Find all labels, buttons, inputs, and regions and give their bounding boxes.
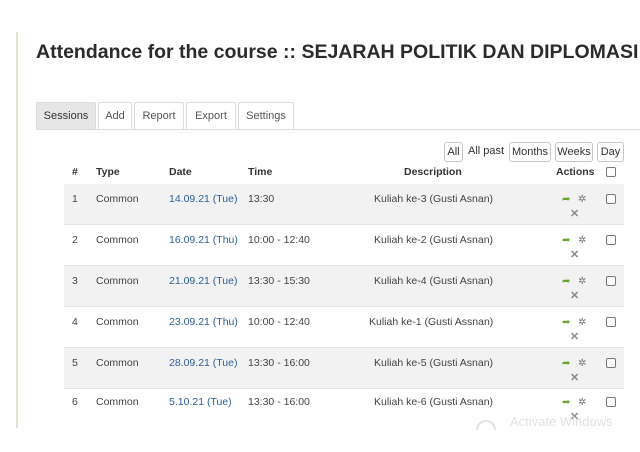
session-type: Common — [96, 396, 139, 408]
session-date-link[interactable]: 21.09.21 (Tue) — [169, 275, 238, 287]
session-number: 6 — [72, 396, 78, 408]
close-icon[interactable]: ✕ — [570, 371, 579, 384]
arrow-right-icon[interactable]: ➦ — [562, 397, 570, 408]
session-number: 3 — [72, 275, 78, 287]
table-row: 4 Common 23.09.21 (Thu) 10:00 - 12:40 Ku… — [64, 307, 624, 347]
session-date-link[interactable]: 5.10.21 (Tue) — [169, 396, 232, 408]
row-select-checkbox[interactable] — [606, 235, 616, 245]
row-select-checkbox[interactable] — [606, 397, 616, 407]
session-type: Common — [96, 193, 139, 205]
table-row: 2 Common 16.09.21 (Thu) 10:00 - 12:40 Ku… — [64, 225, 624, 265]
session-description: Kuliah ke-6 (Gusti Asnan) — [374, 396, 494, 408]
session-time: 13:30 - 16:00 — [248, 357, 310, 369]
session-date-link[interactable]: 14.09.21 (Tue) — [169, 193, 238, 205]
arrow-right-icon[interactable]: ➦ — [562, 194, 570, 205]
table-row: 5 Common 28.09.21 (Tue) 13:30 - 16:00 Ku… — [64, 348, 624, 388]
filter-all-button[interactable]: All — [444, 142, 463, 162]
close-icon[interactable]: ✕ — [570, 289, 579, 302]
select-all-checkbox[interactable] — [606, 167, 616, 177]
session-date-link[interactable]: 28.09.21 (Tue) — [169, 357, 238, 369]
page-title: Attendance for the course :: SEJARAH POL… — [36, 41, 640, 63]
arrow-right-icon[interactable]: ➦ — [562, 358, 570, 369]
session-number: 4 — [72, 316, 78, 328]
tab-add[interactable]: Add — [98, 102, 132, 129]
session-time: 10:00 - 12:40 — [248, 234, 310, 246]
arrow-right-icon[interactable]: ➦ — [562, 317, 570, 328]
session-time: 13:30 — [248, 193, 275, 205]
session-description: Kuliah ke-5 (Gusti Asnan) — [374, 357, 494, 369]
tab-sessions[interactable]: Sessions — [36, 102, 96, 129]
tab-settings[interactable]: Settings — [238, 102, 294, 129]
tab-export[interactable]: Export — [186, 102, 236, 129]
column-header-type[interactable]: Type — [96, 166, 120, 178]
gear-icon[interactable]: ✲ — [578, 276, 586, 287]
session-number: 5 — [72, 357, 78, 369]
session-type: Common — [96, 316, 139, 328]
table-row: 1 Common 14.09.21 (Tue) 13:30 Kuliah ke-… — [64, 184, 624, 224]
gear-icon[interactable]: ✲ — [578, 194, 586, 205]
column-header-number[interactable]: # — [72, 166, 78, 178]
session-number: 2 — [72, 234, 78, 246]
session-description: Kuliah ke-2 (Gusti Asnan) — [374, 234, 494, 246]
session-type: Common — [96, 234, 139, 246]
filter-all-past-label[interactable]: All past — [468, 142, 504, 160]
session-date-link[interactable]: 16.09.21 (Thu) — [169, 234, 238, 246]
screenshot-bottom-margin — [0, 430, 640, 452]
table-row: 3 Common 21.09.21 (Tue) 13:30 - 15:30 Ku… — [64, 266, 624, 306]
row-select-checkbox[interactable] — [606, 194, 616, 204]
column-header-description[interactable]: Description — [404, 166, 462, 178]
tab-bar: Sessions Add Report Export Settings — [36, 102, 640, 130]
close-icon[interactable]: ✕ — [570, 330, 579, 343]
gear-icon[interactable]: ✲ — [578, 397, 586, 408]
session-description: Kuliah ke-3 (Gusti Asnan) — [374, 193, 494, 205]
session-description: Kuliah ke-4 (Gusti Asnan) — [374, 275, 494, 287]
left-accent-border — [16, 32, 18, 428]
close-icon[interactable]: ✕ — [570, 248, 579, 261]
row-select-checkbox[interactable] — [606, 317, 616, 327]
activate-windows-watermark: Activate Windows — [510, 414, 613, 429]
tab-report[interactable]: Report — [134, 102, 184, 129]
close-icon[interactable]: ✕ — [570, 207, 579, 220]
filter-day-button[interactable]: Day — [597, 142, 624, 162]
gear-icon[interactable]: ✲ — [578, 317, 586, 328]
filter-months-button[interactable]: Months — [509, 142, 551, 162]
column-header-date[interactable]: Date — [169, 166, 192, 178]
session-time: 10:00 - 12:40 — [248, 316, 310, 328]
session-type: Common — [96, 357, 139, 369]
session-number: 1 — [72, 193, 78, 205]
row-select-checkbox[interactable] — [606, 276, 616, 286]
arrow-right-icon[interactable]: ➦ — [562, 235, 570, 246]
column-header-time[interactable]: Time — [248, 166, 272, 178]
column-header-actions: Actions — [556, 166, 595, 178]
session-time: 13:30 - 16:00 — [248, 396, 310, 408]
session-time: 13:30 - 15:30 — [248, 275, 310, 287]
session-description: Kuliah ke-1 (Gusti Assnan) — [369, 316, 494, 328]
filter-weeks-button[interactable]: Weeks — [555, 142, 593, 162]
session-date-link[interactable]: 23.09.21 (Thu) — [169, 316, 238, 328]
row-select-checkbox[interactable] — [606, 358, 616, 368]
session-type: Common — [96, 275, 139, 287]
arrow-right-icon[interactable]: ➦ — [562, 276, 570, 287]
gear-icon[interactable]: ✲ — [578, 358, 586, 369]
gear-icon[interactable]: ✲ — [578, 235, 586, 246]
